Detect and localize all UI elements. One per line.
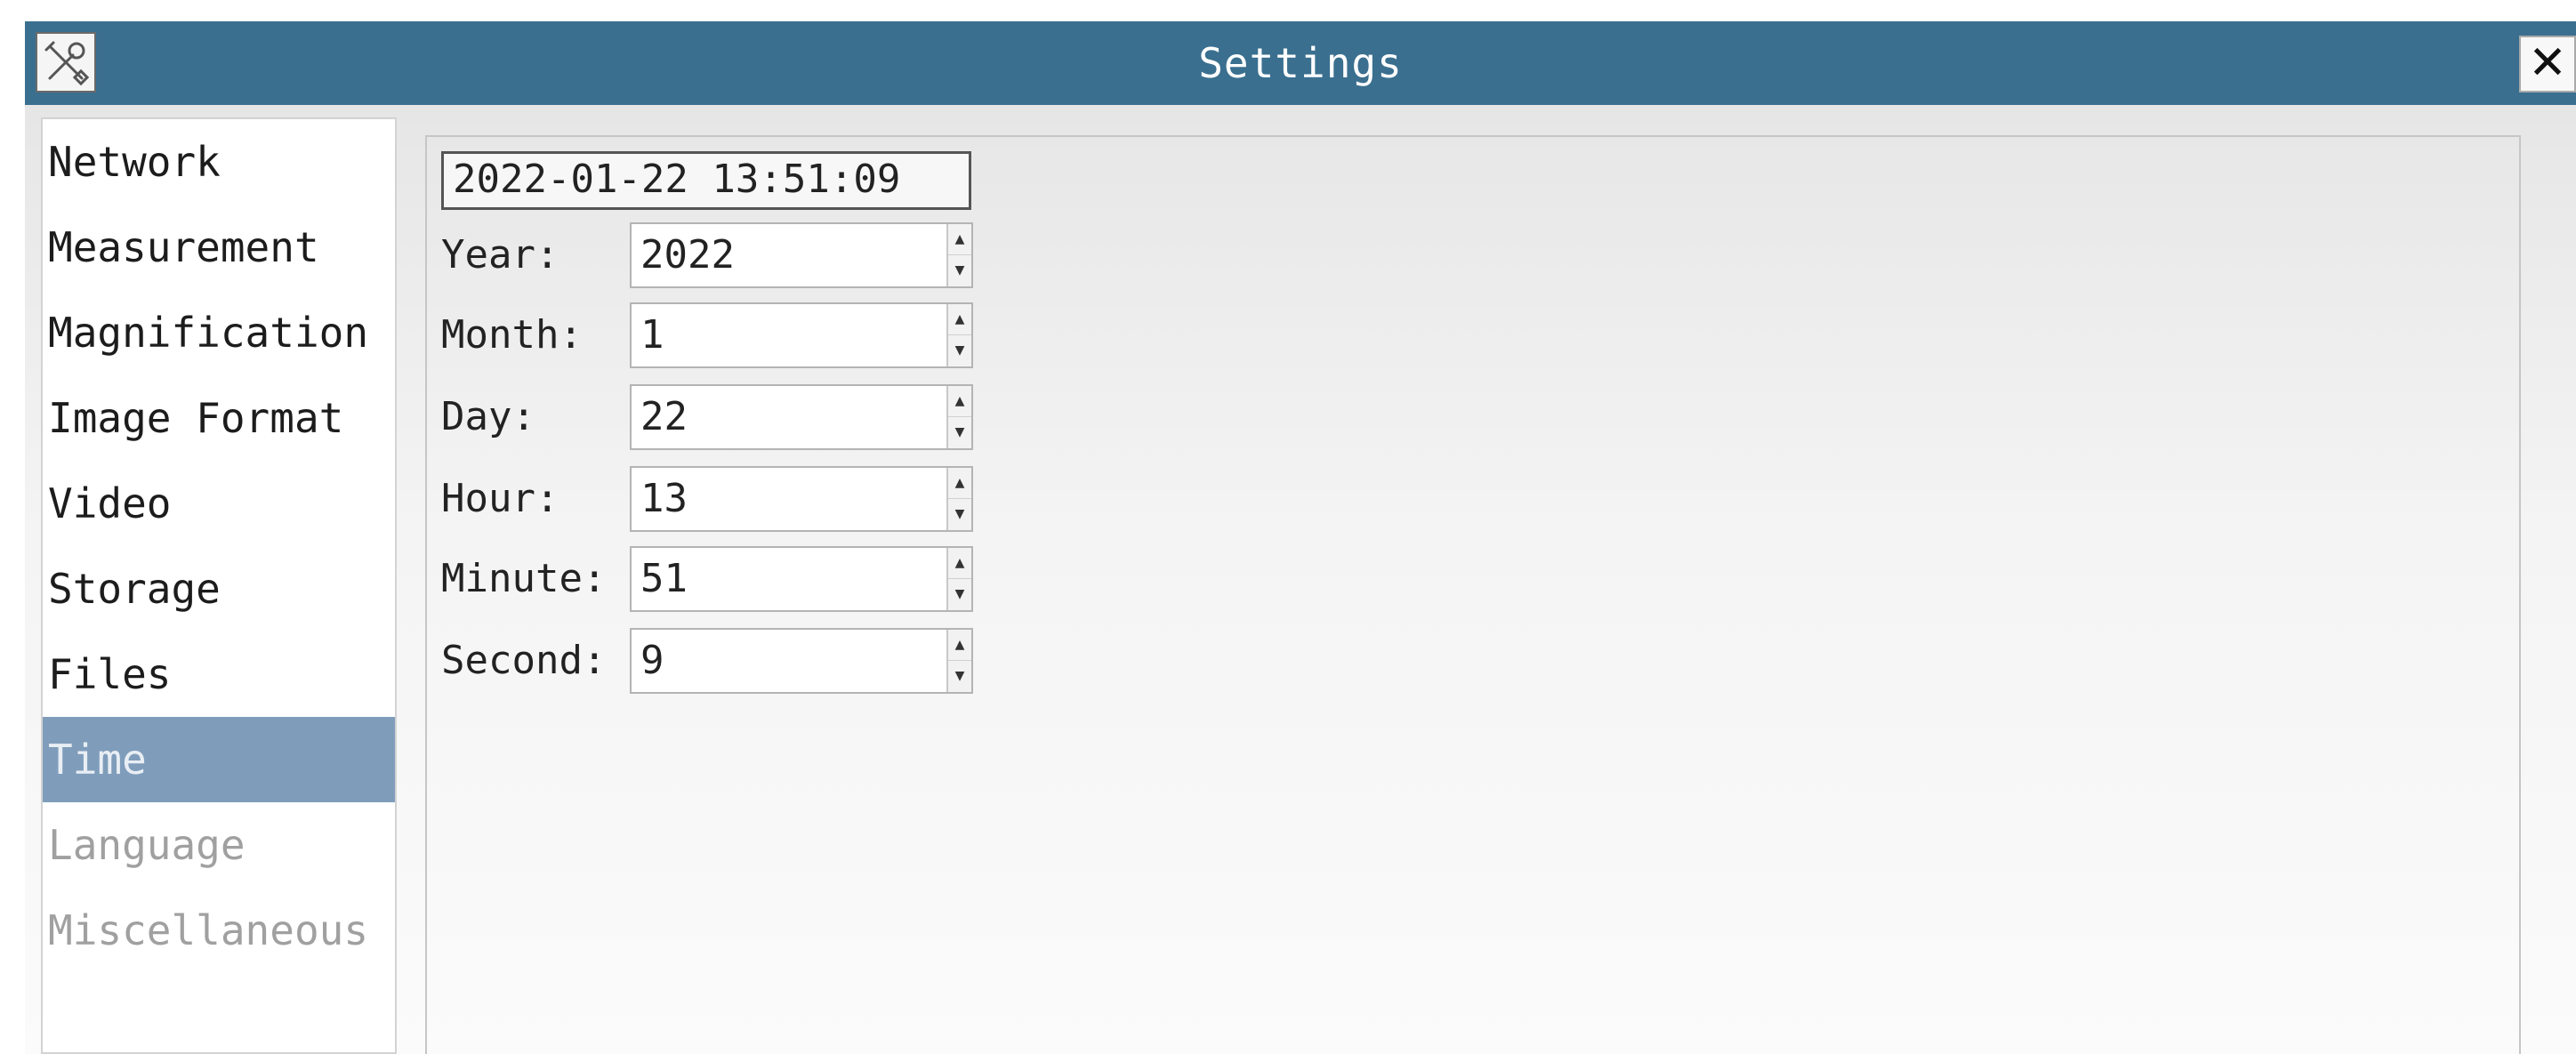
sidebar-item-image-format[interactable]: Image Format xyxy=(43,375,395,461)
window-title: Settings xyxy=(1198,39,1403,87)
close-button[interactable]: ✕ xyxy=(2519,36,2576,93)
spin-buttons: ▲ ▼ xyxy=(946,548,971,610)
sidebar-item-video[interactable]: Video xyxy=(43,461,395,546)
month-spinbox[interactable]: 1 ▲ ▼ xyxy=(630,302,973,368)
spin-up-arrow-icon[interactable]: ▲ xyxy=(948,224,971,255)
spin-down-arrow-icon[interactable]: ▼ xyxy=(948,661,971,692)
second-value[interactable]: 9 xyxy=(640,630,664,692)
second-spinbox[interactable]: 9 ▲ ▼ xyxy=(630,628,973,694)
sidebar-item-magnification[interactable]: Magnification xyxy=(43,290,395,375)
current-datetime-display: 2022-01-22 13:51:09 xyxy=(441,151,971,210)
spin-down-arrow-icon[interactable]: ▼ xyxy=(948,255,971,286)
minute-spinbox[interactable]: 51 ▲ ▼ xyxy=(630,546,973,612)
spin-buttons: ▲ ▼ xyxy=(946,386,971,448)
sidebar-item-network[interactable]: Network xyxy=(43,119,395,205)
spin-up-arrow-icon[interactable]: ▲ xyxy=(948,548,971,579)
day-spinbox[interactable]: 22 ▲ ▼ xyxy=(630,384,973,450)
spin-down-arrow-icon[interactable]: ▼ xyxy=(948,579,971,610)
year-value[interactable]: 2022 xyxy=(640,224,735,286)
minute-value[interactable]: 51 xyxy=(640,548,688,610)
spin-up-arrow-icon[interactable]: ▲ xyxy=(948,630,971,661)
sidebar-item-storage[interactable]: Storage xyxy=(43,546,395,632)
settings-sidebar: Network Measurement Magnification Image … xyxy=(41,117,397,1054)
day-label: Day: xyxy=(441,394,535,439)
month-value[interactable]: 1 xyxy=(640,304,664,366)
hour-spinbox[interactable]: 13 ▲ ▼ xyxy=(630,466,973,532)
spin-buttons: ▲ ▼ xyxy=(946,468,971,530)
sidebar-item-measurement[interactable]: Measurement xyxy=(43,205,395,290)
spin-buttons: ▲ ▼ xyxy=(946,630,971,692)
month-label: Month: xyxy=(441,312,583,358)
year-label: Year: xyxy=(441,232,559,278)
hour-value[interactable]: 13 xyxy=(640,468,688,530)
sidebar-item-files[interactable]: Files xyxy=(43,632,395,717)
title-bar[interactable]: Settings ✕ xyxy=(25,21,2576,105)
spin-buttons: ▲ ▼ xyxy=(946,224,971,286)
minute-label: Minute: xyxy=(441,556,607,601)
spin-down-arrow-icon[interactable]: ▼ xyxy=(948,417,971,448)
spin-up-arrow-icon[interactable]: ▲ xyxy=(948,468,971,499)
second-label: Second: xyxy=(441,638,607,683)
spin-up-arrow-icon[interactable]: ▲ xyxy=(948,386,971,417)
spin-buttons: ▲ ▼ xyxy=(946,304,971,366)
day-value[interactable]: 22 xyxy=(640,386,688,448)
spin-down-arrow-icon[interactable]: ▼ xyxy=(948,335,971,366)
year-spinbox[interactable]: 2022 ▲ ▼ xyxy=(630,222,973,288)
hour-label: Hour: xyxy=(441,476,559,521)
sidebar-item-time[interactable]: Time xyxy=(43,717,395,802)
spin-down-arrow-icon[interactable]: ▼ xyxy=(948,499,971,530)
sidebar-item-miscellaneous[interactable]: Miscellaneous xyxy=(43,888,395,973)
settings-window: Settings ✕ Network Measurement Magnifica… xyxy=(0,0,2576,1054)
spin-up-arrow-icon[interactable]: ▲ xyxy=(948,304,971,335)
sidebar-item-language[interactable]: Language xyxy=(43,802,395,888)
